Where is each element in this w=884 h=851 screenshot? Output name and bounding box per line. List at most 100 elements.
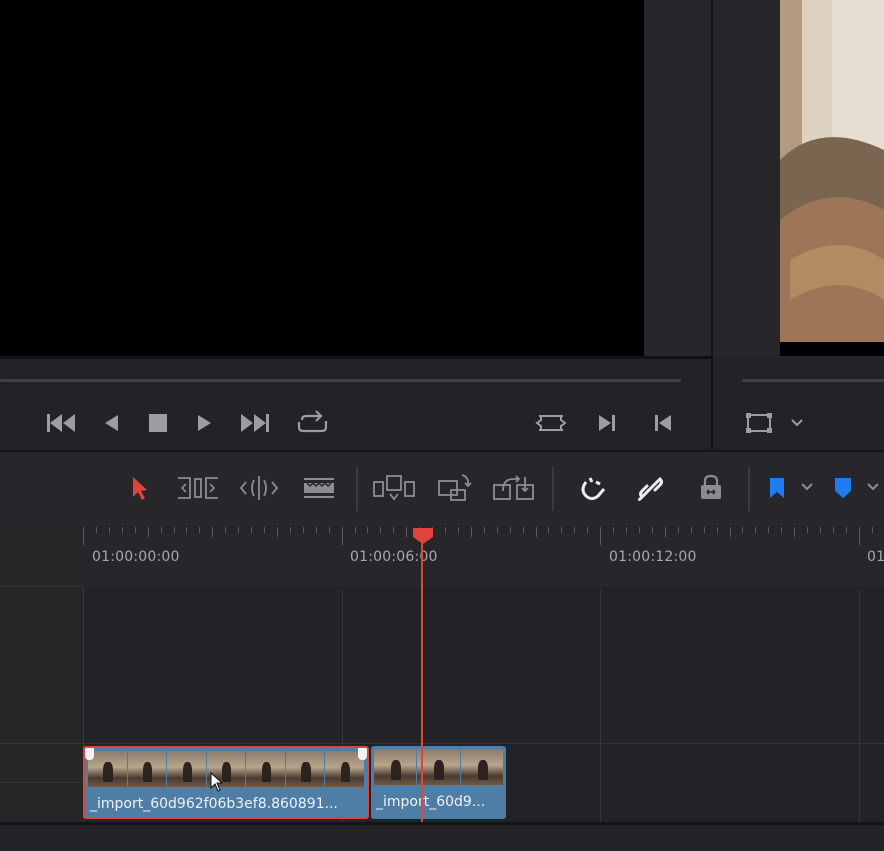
ruler-tick [651,527,653,533]
ruler-tick [483,527,485,533]
ruler-tick [587,527,589,533]
ruler-tick [832,527,834,533]
flag-icon[interactable] [766,474,788,502]
ruler-tick [134,527,136,533]
ruler-tick [315,527,317,533]
play-reverse-icon[interactable] [100,408,122,438]
ruler-tick [341,527,343,545]
lock-icon[interactable] [694,472,728,504]
insert-icon[interactable] [370,472,418,504]
ruler-tick [600,527,602,545]
arrow-pointer-icon[interactable] [126,472,152,504]
ruler-tick [807,527,809,533]
ruler-tick [794,527,796,537]
play-icon[interactable] [194,408,216,438]
mouse-cursor-icon [210,771,224,792]
source-scrub-bar[interactable] [0,379,681,382]
timeline-clip[interactable]: _import_60d9... [371,746,506,819]
toolbar-separator [356,467,358,511]
timeline-bottom-strip [0,825,884,851]
timeline-clip[interactable]: _import_60d962f06b3ef8.860891... [83,746,369,819]
track-header-column [0,527,84,851]
ruler-tick [264,527,266,533]
ruler-tick [548,527,550,533]
track-header-divider [0,586,83,587]
ruler-tick [781,527,783,533]
ruler-tick [677,527,679,533]
ruler-tick [871,527,873,533]
viewer-letterbox [780,342,884,356]
ruler-tick [858,527,860,545]
ruler-tick [186,527,188,533]
ruler-tick [845,527,847,533]
ruler-tick [457,527,459,533]
ruler-tick [613,527,615,533]
timecode-ruler[interactable]: 01:00:00:00 01:00:06:00 01:00:12:00 01 [83,527,884,587]
ruler-tick [768,527,770,533]
ruler-tick [393,527,395,533]
ruler-tick [703,527,705,533]
ruler-tick [716,527,718,533]
timeline-scrub-bar[interactable] [742,379,884,382]
ruler-tick [276,527,278,537]
blade-icon[interactable] [298,472,340,504]
ruler-tick [212,527,214,537]
ruler-tick [121,527,123,533]
dynamic-trim-icon[interactable] [236,472,282,504]
transform-box-icon[interactable] [744,408,774,438]
ruler-tick [496,527,498,533]
clip-name: _import_60d9... [376,794,486,810]
ruler-tick [445,527,447,533]
ruler-tick [470,527,472,537]
replace-icon[interactable] [490,472,538,504]
ruler-tick [626,527,628,533]
timeline-viewer-frame[interactable] [780,0,884,342]
timeline-grid-line [600,590,601,825]
overwrite-icon[interactable] [434,472,474,504]
previous-edit-icon[interactable] [650,408,676,438]
clip-trim-handle-right[interactable] [358,748,367,760]
ruler-tick [225,527,227,533]
ruler-tick [690,527,692,533]
ruler-tick [380,527,382,533]
ruler-tick [83,527,84,545]
skip-to-end-icon[interactable] [236,408,272,438]
timecode-label: 01:00:12:00 [609,549,697,565]
ruler-tick [302,527,304,533]
ruler-tick [561,527,563,533]
ruler-tick [535,527,537,537]
ruler-tick [289,527,291,533]
toolbar-separator [552,467,554,511]
loop-icon[interactable] [294,406,330,440]
ruler-tick [108,527,110,533]
track-header-divider [0,743,83,744]
timeline-grid-line [859,590,860,825]
toolbar-separator [748,467,750,511]
next-edit-icon[interactable] [594,408,620,438]
ruler-tick [742,527,744,533]
source-viewer[interactable] [0,0,644,356]
ruler-tick [367,527,369,533]
ruler-tick [509,527,511,533]
playhead[interactable] [421,540,423,851]
marker-icon[interactable] [832,474,854,502]
track-header-divider [0,782,83,783]
chevron-down-icon[interactable] [788,414,806,432]
stop-icon[interactable] [146,408,170,438]
match-frame-icon[interactable] [534,408,568,438]
ruler-tick [664,527,666,537]
chevron-down-icon[interactable] [864,478,882,496]
clip-trim-handle-left[interactable] [85,748,94,760]
skip-to-start-icon[interactable] [44,408,80,438]
ruler-tick [354,527,356,533]
chevron-down-icon[interactable] [798,478,816,496]
viewer-divider[interactable] [711,0,713,450]
playhead-handle[interactable] [412,527,434,545]
timecode-label: 01:00:06:00 [350,549,438,565]
trim-icon[interactable] [176,472,220,504]
ruler-tick [173,527,175,533]
magnet-icon[interactable] [576,472,610,504]
ruler-tick [729,527,731,537]
ruler-tick [147,527,149,537]
link-icon[interactable] [634,472,668,504]
